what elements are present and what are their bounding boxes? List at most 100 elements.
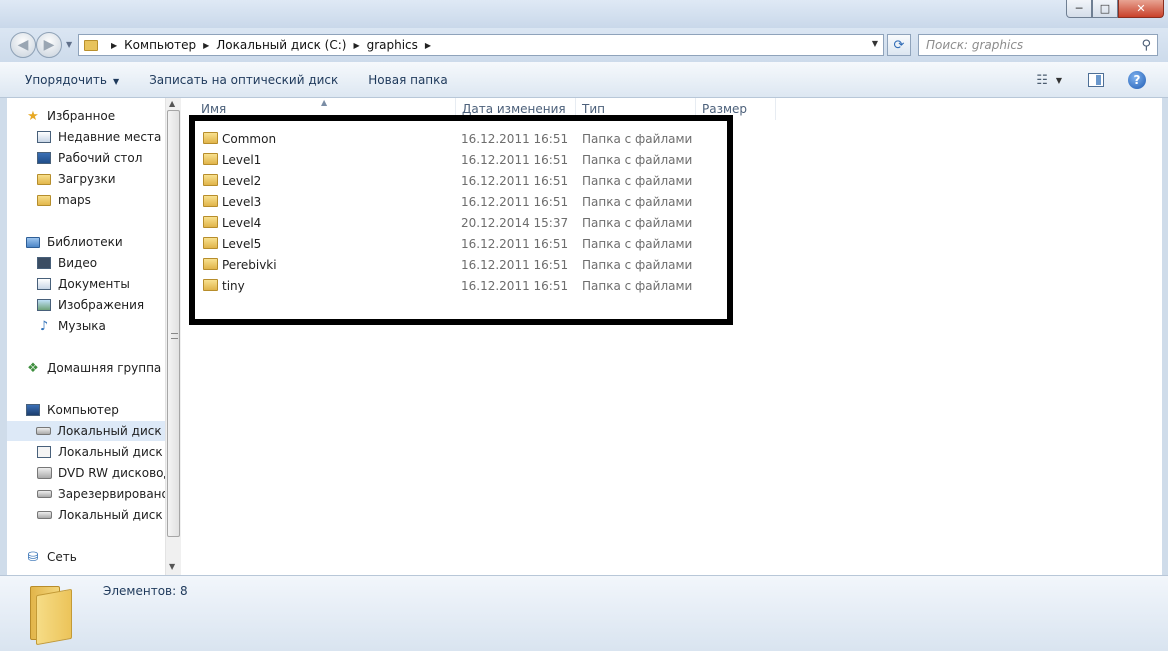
nav-computer[interactable]: Компьютер: [25, 400, 119, 420]
item-count: Элементов: 8: [103, 584, 188, 598]
breadcrumb-local-disk-c[interactable]: Локальный диск (C:): [216, 38, 346, 52]
nav-label: Компьютер: [47, 403, 119, 417]
breadcrumb-computer[interactable]: Компьютер: [124, 38, 196, 52]
search-placeholder: Поиск: graphics: [926, 38, 1024, 52]
address-history-dropdown-icon[interactable]: ▼: [872, 39, 878, 48]
music-note-icon: ♪: [39, 318, 49, 334]
nav-reserved-drive[interactable]: Зарезервировано с: [36, 484, 165, 504]
desktop-icon: [36, 150, 52, 166]
help-icon[interactable]: ?: [1128, 71, 1146, 89]
navigation-pane: ★ Избранное Недавние места Рабочий стол …: [7, 98, 165, 575]
folder-icon: [84, 39, 98, 51]
window-controls: ─ □ ✕: [1066, 0, 1164, 18]
nav-label: maps: [58, 193, 91, 207]
scrollbar-thumb[interactable]: [167, 110, 180, 537]
organize-button[interactable]: Упорядочить ▼: [25, 73, 119, 87]
minimize-button[interactable]: ─: [1066, 0, 1092, 18]
chevron-right-icon[interactable]: ▶: [203, 41, 209, 50]
nav-local-disk-d[interactable]: Локальный диск (D: [36, 442, 165, 462]
scroll-down-icon[interactable]: ▼: [169, 562, 175, 571]
downloads-folder-icon: [36, 171, 52, 187]
address-row: ◀ ▶ ▼ ▶ Компьютер ▶ Локальный диск (C:) …: [0, 28, 1168, 62]
nav-label: Избранное: [47, 109, 116, 123]
nav-local-disk-q[interactable]: Локальный диск (Q: [36, 505, 165, 525]
window-frame-right: [1162, 98, 1168, 575]
annotation-highlight-box: [189, 115, 733, 325]
nav-downloads[interactable]: Загрузки: [36, 169, 116, 189]
images-library-icon: [36, 297, 52, 313]
star-icon: ★: [27, 108, 39, 124]
nav-desktop[interactable]: Рабочий стол: [36, 148, 142, 168]
homegroup-icon: ❖: [27, 360, 39, 376]
breadcrumb-graphics[interactable]: graphics: [367, 38, 418, 52]
drive-icon: [36, 507, 52, 523]
view-options-dropdown-icon[interactable]: ▼: [1056, 76, 1062, 85]
nav-images[interactable]: Изображения: [36, 295, 144, 315]
back-button[interactable]: ◀: [10, 32, 36, 58]
nav-label: DVD RW дисковод (: [58, 466, 165, 480]
chevron-right-icon[interactable]: ▶: [353, 41, 359, 50]
scroll-up-icon[interactable]: ▲: [169, 99, 175, 108]
nav-documents[interactable]: Документы: [36, 274, 130, 294]
nav-label: Изображения: [58, 298, 145, 312]
nav-label: Музыка: [58, 319, 106, 333]
folder-icon: [28, 582, 72, 646]
maximize-button[interactable]: □: [1092, 0, 1118, 18]
window-frame-left: [0, 98, 7, 575]
computer-icon: [25, 402, 41, 418]
nav-label: Видео: [58, 256, 98, 270]
nav-label: Недавние места: [58, 130, 162, 144]
change-view-icon[interactable]: ☷: [1036, 73, 1048, 88]
nav-label: Локальный диск (D: [58, 445, 165, 459]
chevron-down-icon: ▼: [112, 76, 120, 86]
nav-label: Документы: [58, 277, 130, 291]
details-pane: Элементов: 8: [0, 575, 1168, 651]
command-bar: Упорядочить ▼ Записать на оптический диск…: [0, 62, 1168, 98]
new-folder-button[interactable]: Новая папка: [368, 73, 447, 87]
preview-pane-icon[interactable]: [1088, 73, 1104, 87]
back-arrow-icon: ◀: [17, 37, 29, 53]
nav-label: Локальный диск (C: [57, 424, 165, 438]
folder-icon: [36, 192, 52, 208]
nav-maps[interactable]: maps: [36, 190, 91, 210]
refresh-button[interactable]: ⟳: [887, 34, 911, 56]
nav-libraries[interactable]: Библиотеки: [25, 232, 123, 252]
nav-label: Домашняя группа: [47, 361, 162, 375]
video-library-icon: [36, 255, 52, 271]
title-bar: ─ □ ✕: [0, 0, 1168, 28]
organize-label: Упорядочить: [25, 72, 107, 87]
address-bar[interactable]: ▶ Компьютер ▶ Локальный диск (C:) ▶ grap…: [78, 34, 884, 56]
nav-label: Зарезервировано с: [58, 487, 165, 501]
nav-dvd-drive[interactable]: DVD RW дисковод (: [36, 463, 165, 483]
forward-arrow-icon: ▶: [43, 37, 55, 53]
search-icon[interactable]: ⚲: [1141, 38, 1151, 53]
forward-button[interactable]: ▶: [36, 32, 62, 58]
nav-music[interactable]: ♪ Музыка: [36, 316, 106, 336]
search-input[interactable]: Поиск: graphics ⚲: [918, 34, 1158, 56]
nav-label: Библиотеки: [47, 235, 123, 249]
nav-label: Загрузки: [58, 172, 116, 186]
burn-disc-button[interactable]: Записать на оптический диск: [149, 73, 338, 87]
nav-label: Локальный диск (Q: [58, 508, 165, 522]
network-icon: ⛁: [27, 549, 39, 565]
chevron-right-icon[interactable]: ▶: [425, 41, 431, 50]
nav-network[interactable]: ⛁ Сеть: [25, 547, 77, 567]
libraries-icon: [25, 234, 41, 250]
recent-pages-dropdown-icon[interactable]: ▼: [66, 40, 72, 49]
recent-places-icon: [36, 129, 52, 145]
nav-favorites[interactable]: ★ Избранное: [25, 106, 115, 126]
file-list: ▲ Имя Дата изменения Тип Размер Common 1…: [181, 98, 1162, 575]
nav-local-disk-c[interactable]: Локальный диск (C: [7, 421, 165, 441]
drive-icon: [36, 444, 52, 460]
nav-recent-places[interactable]: Недавние места: [36, 127, 161, 147]
chevron-right-icon[interactable]: ▶: [111, 41, 117, 50]
refresh-icon: ⟳: [893, 37, 905, 53]
nav-homegroup[interactable]: ❖ Домашняя группа: [25, 358, 161, 378]
dvd-drive-icon: [36, 465, 52, 481]
drive-icon: [36, 486, 52, 502]
close-button[interactable]: ✕: [1118, 0, 1164, 18]
documents-library-icon: [36, 276, 52, 292]
system-drive-icon: [36, 423, 51, 439]
navigation-scrollbar[interactable]: ▲ ▼: [165, 98, 181, 575]
nav-video[interactable]: Видео: [36, 253, 97, 273]
